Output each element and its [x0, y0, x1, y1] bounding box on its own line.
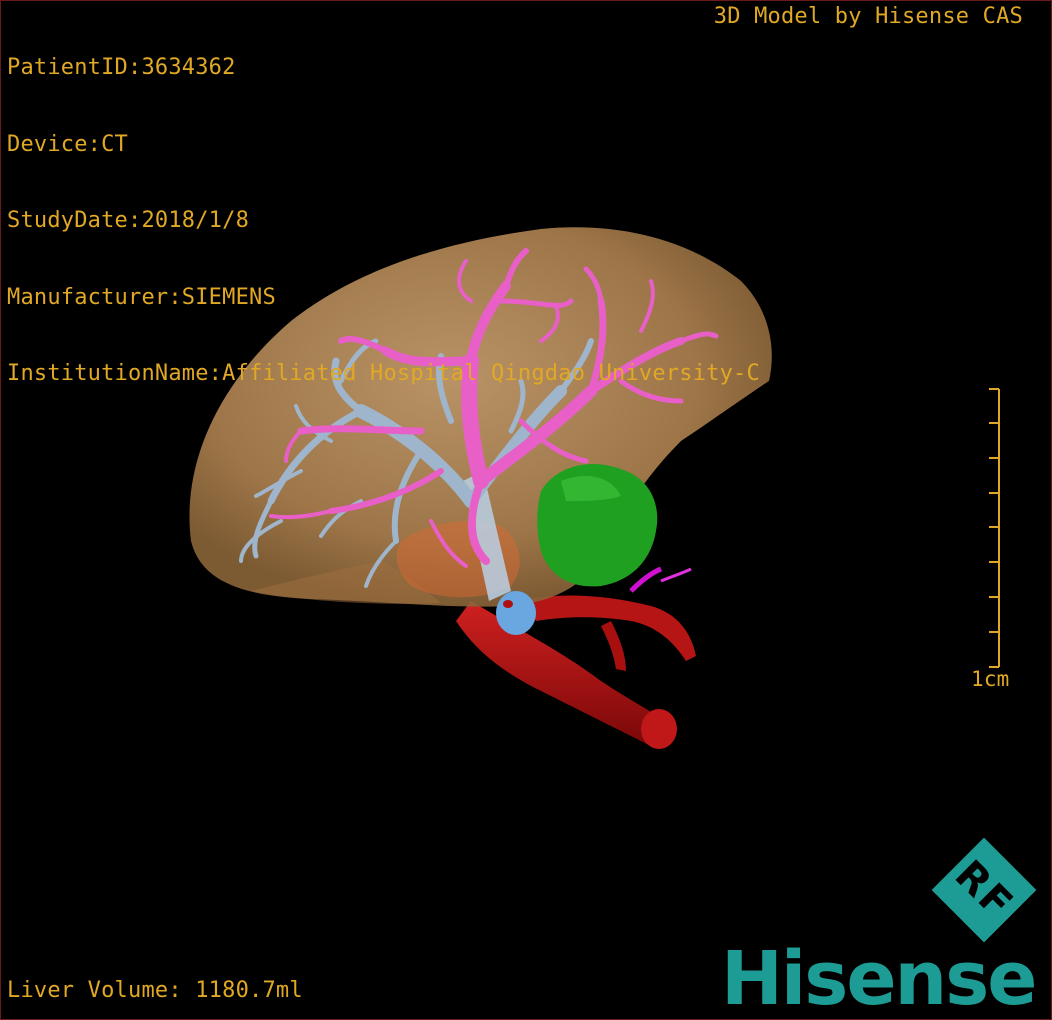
study-date-text: StudyDate:2018/1/8	[7, 208, 250, 233]
aorta-artery	[456, 595, 696, 749]
manufacturer-text: Manufacturer:SIEMENS	[7, 284, 276, 310]
3d-viewport[interactable]: PatientID:3634362 Device:CT StudyDate:20…	[0, 0, 1052, 1020]
study-info: PatientID:3634362 Device:CT StudyDate:20…	[7, 4, 760, 438]
bile-duct-detail	[660, 567, 692, 583]
model-credit-text: 3D Model by Hisense CAS	[713, 4, 1023, 29]
scale-bar	[989, 388, 1000, 668]
bile-duct-detail	[629, 566, 662, 593]
gallbladder	[537, 463, 658, 587]
liver-volume-text: Liver Volume: 1180.7ml	[7, 978, 303, 1003]
scale-bar-label: 1cm	[971, 667, 1010, 691]
patient-id-text: PatientID:3634362	[7, 55, 236, 80]
device-text: Device:CT	[7, 131, 129, 157]
hisense-logo: Hisense	[721, 936, 1037, 1020]
institution-text: InstitutionName:Affiliated Hospital Qing…	[7, 361, 760, 386]
